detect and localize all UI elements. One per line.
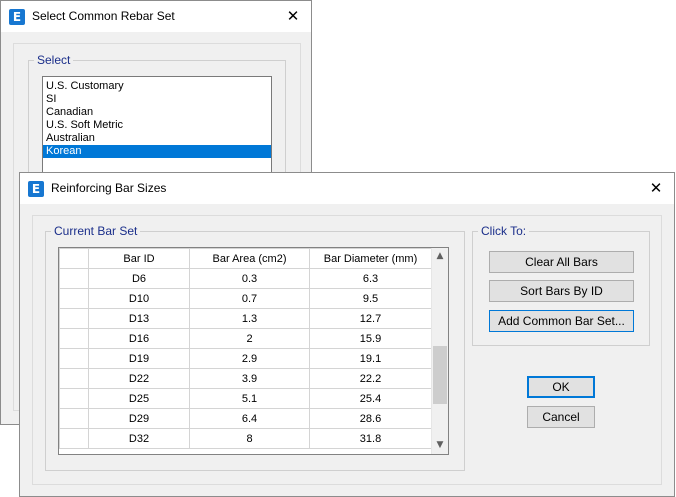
cell-bar-diameter[interactable]: 19.1	[309, 348, 432, 369]
cell-bar-area[interactable]: 6.4	[189, 408, 310, 429]
bar-sizes-table: Bar ID Bar Area (cm2) Bar Diameter (mm) …	[59, 248, 432, 449]
reinforcing-bar-sizes-dialog: E Reinforcing Bar Sizes ✕ Current Bar Se…	[19, 172, 675, 497]
cell-bar-diameter[interactable]: 31.8	[309, 428, 432, 449]
cell-bar-id[interactable]: D10	[88, 288, 190, 309]
select-group-label: Select	[34, 53, 74, 67]
list-item[interactable]: U.S. Soft Metric	[43, 119, 271, 132]
add-common-bar-set-button[interactable]: Add Common Bar Set...	[489, 310, 634, 332]
cell-bar-id[interactable]: D16	[88, 328, 190, 349]
row-header[interactable]	[59, 308, 89, 329]
table-row[interactable]: D13 1.3 12.7	[59, 308, 432, 329]
column-header-bar-id[interactable]: Bar ID	[88, 248, 190, 269]
scroll-down-icon[interactable]: ▼	[432, 437, 448, 454]
table-row[interactable]: D16 2 15.9	[59, 328, 432, 349]
rebar-set-listbox[interactable]: U.S. Customary SI Canadian U.S. Soft Metric…	[42, 76, 272, 186]
cell-bar-diameter[interactable]: 25.4	[309, 388, 432, 409]
row-header[interactable]	[59, 288, 89, 309]
bar-sizes-grid[interactable]: Bar ID Bar Area (cm2) Bar Diameter (mm) …	[58, 247, 449, 455]
scroll-thumb[interactable]	[433, 346, 447, 404]
app-icon: E	[9, 9, 25, 25]
current-bar-set-label: Current Bar Set	[51, 224, 141, 238]
clear-all-bars-button[interactable]: Clear All Bars	[489, 251, 634, 273]
row-header-corner	[59, 248, 89, 269]
table-row[interactable]: D19 2.9 19.1	[59, 348, 432, 369]
title-bar[interactable]: E Select Common Rebar Set ✕	[1, 1, 311, 32]
table-header-row: Bar ID Bar Area (cm2) Bar Diameter (mm)	[59, 248, 432, 269]
table-row[interactable]: D32 8 31.8	[59, 428, 432, 449]
close-icon[interactable]: ✕	[283, 6, 303, 26]
cell-bar-area[interactable]: 2.9	[189, 348, 310, 369]
dialog-title: Reinforcing Bar Sizes	[51, 181, 167, 195]
cell-bar-area[interactable]: 2	[189, 328, 310, 349]
cell-bar-diameter[interactable]: 12.7	[309, 308, 432, 329]
cell-bar-diameter[interactable]: 15.9	[309, 328, 432, 349]
cell-bar-diameter[interactable]: 28.6	[309, 408, 432, 429]
cancel-button[interactable]: Cancel	[527, 406, 595, 428]
row-header[interactable]	[59, 268, 89, 289]
row-header[interactable]	[59, 368, 89, 389]
cell-bar-id[interactable]: D19	[88, 348, 190, 369]
cell-bar-diameter[interactable]: 9.5	[309, 288, 432, 309]
ok-button[interactable]: OK	[527, 376, 595, 398]
list-item[interactable]: Canadian	[43, 106, 271, 119]
row-header[interactable]	[59, 428, 89, 449]
table-row[interactable]: D6 0.3 6.3	[59, 268, 432, 289]
cell-bar-id[interactable]: D29	[88, 408, 190, 429]
cell-bar-area[interactable]: 8	[189, 428, 310, 449]
scroll-up-icon[interactable]: ▲	[432, 248, 448, 265]
row-header[interactable]	[59, 408, 89, 429]
column-header-bar-diameter[interactable]: Bar Diameter (mm)	[309, 248, 432, 269]
list-item[interactable]: SI	[43, 93, 271, 106]
list-item[interactable]: Korean	[43, 145, 271, 158]
title-bar[interactable]: E Reinforcing Bar Sizes ✕	[20, 173, 674, 204]
click-to-label: Click To:	[478, 224, 530, 238]
list-item[interactable]: U.S. Customary	[43, 80, 271, 93]
table-row[interactable]: D25 5.1 25.4	[59, 388, 432, 409]
cell-bar-id[interactable]: D22	[88, 368, 190, 389]
row-header[interactable]	[59, 388, 89, 409]
row-header[interactable]	[59, 348, 89, 369]
cell-bar-diameter[interactable]: 22.2	[309, 368, 432, 389]
column-header-bar-area[interactable]: Bar Area (cm2)	[189, 248, 310, 269]
cell-bar-id[interactable]: D32	[88, 428, 190, 449]
sort-bars-by-id-button[interactable]: Sort Bars By ID	[489, 280, 634, 302]
cell-bar-area[interactable]: 5.1	[189, 388, 310, 409]
close-icon[interactable]: ✕	[646, 178, 666, 198]
list-item[interactable]: Australian	[43, 132, 271, 145]
grid-vertical-scrollbar[interactable]: ▲ ▼	[431, 248, 448, 454]
cell-bar-diameter[interactable]: 6.3	[309, 268, 432, 289]
table-row[interactable]: D29 6.4 28.6	[59, 408, 432, 429]
table-row[interactable]: D10 0.7 9.5	[59, 288, 432, 309]
dialog-title: Select Common Rebar Set	[32, 9, 175, 23]
cell-bar-id[interactable]: D6	[88, 268, 190, 289]
cell-bar-area[interactable]: 1.3	[189, 308, 310, 329]
cell-bar-id[interactable]: D13	[88, 308, 190, 329]
cell-bar-id[interactable]: D25	[88, 388, 190, 409]
cell-bar-area[interactable]: 0.3	[189, 268, 310, 289]
cell-bar-area[interactable]: 3.9	[189, 368, 310, 389]
cell-bar-area[interactable]: 0.7	[189, 288, 310, 309]
row-header[interactable]	[59, 328, 89, 349]
app-icon: E	[28, 181, 44, 197]
table-row[interactable]: D22 3.9 22.2	[59, 368, 432, 389]
